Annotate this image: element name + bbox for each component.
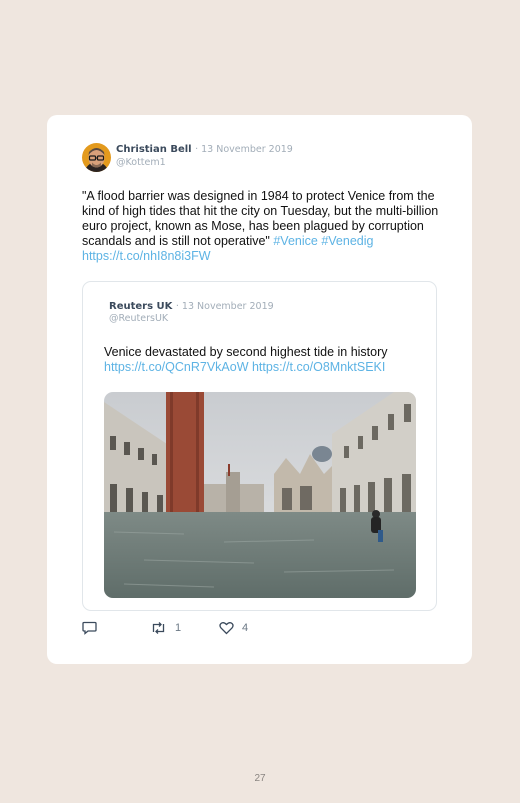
comment-icon xyxy=(82,621,97,635)
author-name[interactable]: Christian Bell · 13 November 2019 xyxy=(116,144,293,155)
author-handle[interactable]: @Kottem1 xyxy=(116,157,166,168)
flooded-square-photo[interactable] xyxy=(104,392,416,598)
like-count: 4 xyxy=(242,622,249,634)
retweet-icon xyxy=(152,622,165,634)
tweet-card: Christian Bell · 13 November 2019 @Kotte… xyxy=(47,115,472,664)
reply-button[interactable] xyxy=(82,620,97,636)
quoted-tweet[interactable]: Reuters UK · 13 November 2019 @ReutersUK… xyxy=(82,281,437,611)
quoted-tweet-text: Venice devastated by second highest tide… xyxy=(104,345,424,375)
quoted-url-link[interactable]: https://t.co/O8MnktSEKI xyxy=(252,360,385,374)
quoted-author-handle[interactable]: @ReutersUK xyxy=(109,313,168,324)
quoted-author-name-text[interactable]: Reuters UK xyxy=(109,301,172,312)
tweet-body: "A flood barrier was designed in 1984 to… xyxy=(82,189,439,248)
tweet-date: · 13 November 2019 xyxy=(195,144,293,155)
tweet-url-link[interactable]: https://t.co/nhI8n8i3FW xyxy=(82,249,211,263)
tweet-actions: 1 4 xyxy=(82,620,382,636)
hashtag-link[interactable]: #Venedig xyxy=(321,234,373,248)
quoted-tweet-body: Venice devastated by second highest tide… xyxy=(104,345,388,359)
avatar[interactable] xyxy=(82,143,111,172)
retweet-button[interactable]: 1 xyxy=(150,620,181,636)
page-number: 27 xyxy=(254,773,266,784)
quoted-url-link[interactable]: https://t.co/QCnR7VkAoW xyxy=(104,360,249,374)
quoted-author-name[interactable]: Reuters UK · 13 November 2019 xyxy=(109,301,274,312)
heart-icon xyxy=(219,622,234,635)
author-name-text[interactable]: Christian Bell xyxy=(116,144,192,155)
tweet-text: "A flood barrier was designed in 1984 to… xyxy=(82,189,444,264)
retweet-count: 1 xyxy=(175,622,182,634)
quoted-tweet-date: · 13 November 2019 xyxy=(175,301,274,312)
like-button[interactable]: 4 xyxy=(219,620,248,636)
hashtag-link[interactable]: #Venice xyxy=(273,234,317,248)
